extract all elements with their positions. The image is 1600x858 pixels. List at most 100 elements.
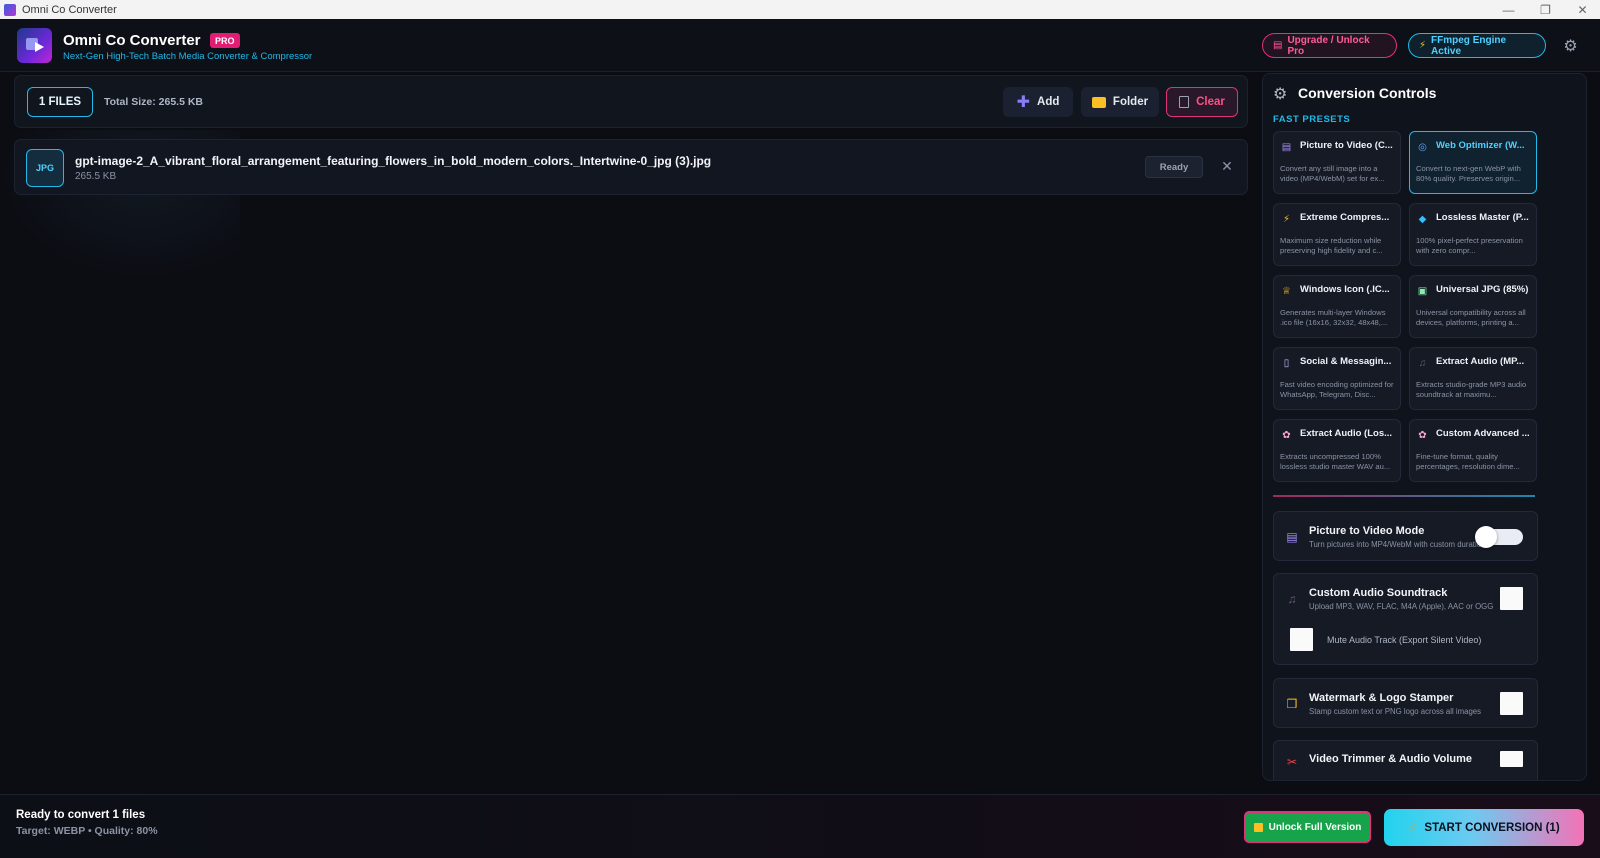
- option-title: Watermark & Logo Stamper: [1309, 692, 1454, 704]
- section-divider: [1273, 495, 1535, 497]
- folder-label: Folder: [1112, 96, 1149, 108]
- option-title: Video Trimmer & Audio Volume: [1309, 753, 1472, 765]
- status-footer: Ready to convert 1 files Target: WEBP • …: [0, 794, 1600, 858]
- watermark-card: ❒ Watermark & Logo Stamper Stamp custom …: [1273, 678, 1538, 728]
- scissors-icon: ✂: [1286, 755, 1298, 769]
- preset-extract-audio-mp3[interactable]: ♫ Extract Audio (MP... Extracts studio-g…: [1409, 347, 1537, 410]
- music-note-icon: ♫: [1418, 358, 1427, 369]
- clear-files-button[interactable]: Clear: [1166, 87, 1238, 117]
- lightning-icon: ⚡: [1408, 822, 1417, 835]
- app-title: Omni Co Converter: [63, 32, 201, 49]
- maximize-icon[interactable]: ❐: [1527, 0, 1564, 19]
- ffmpeg-label: FFmpeg Engine Active: [1431, 34, 1507, 57]
- controls-title: Conversion Controls: [1298, 85, 1437, 101]
- app-logo: [17, 28, 52, 63]
- app-mini-icon: [4, 3, 16, 16]
- preset-desc: Convert any still image into a video (MP…: [1280, 164, 1385, 183]
- music-note-icon: ♫: [1287, 592, 1297, 606]
- preset-custom-advanced[interactable]: ✿ Custom Advanced ... Fine-tune format, …: [1409, 419, 1537, 482]
- window-controls: — ❐ ✕: [1490, 0, 1600, 19]
- crown-icon: ♕: [1282, 286, 1291, 297]
- preset-web-optimizer[interactable]: ◎ Web Optimizer (W... Convert to next-ge…: [1409, 131, 1537, 194]
- upgrade-button[interactable]: ▤ Upgrade / Unlock Pro: [1262, 33, 1397, 58]
- preset-title: Picture to Video (C...: [1300, 140, 1393, 151]
- preset-desc: Convert to next-gen WebP with 80% qualit…: [1416, 164, 1521, 183]
- preset-social-messaging[interactable]: ▯ Social & Messagin... Fast video encodi…: [1273, 347, 1401, 410]
- file-list-item[interactable]: JPG gpt-image-2_A_vibrant_floral_arrange…: [14, 139, 1248, 195]
- add-label: Add: [1037, 96, 1060, 108]
- preset-desc: Extracts uncompressed 100% lossless stud…: [1280, 452, 1391, 471]
- close-icon[interactable]: ✕: [1564, 0, 1600, 19]
- gear-icon: ⚙: [1273, 86, 1288, 103]
- preset-windows-icon[interactable]: ♕ Windows Icon (.IC... Generates multi-l…: [1273, 275, 1401, 338]
- upgrade-label: Upgrade / Unlock Pro: [1287, 34, 1370, 57]
- preset-picture-to-video[interactable]: ▤ Picture to Video (C... Convert any sti…: [1273, 131, 1401, 194]
- preset-title: Custom Advanced ...: [1436, 428, 1530, 439]
- picture-to-video-toggle[interactable]: [1475, 526, 1523, 548]
- start-label: START CONVERSION (1): [1424, 821, 1560, 834]
- preset-desc: Universal compatibility across all devic…: [1416, 308, 1526, 327]
- jpg-file-icon: JPG: [26, 149, 64, 187]
- preset-title: Extract Audio (Los...: [1300, 428, 1393, 439]
- lightning-icon: ⚡: [1282, 214, 1291, 225]
- window-title: Omni Co Converter: [22, 3, 117, 16]
- picture-icon: ▣: [1417, 286, 1428, 297]
- picture-to-video-mode-card: ▤ Picture to Video Mode Turn pictures in…: [1273, 511, 1538, 561]
- mute-audio-label: Mute Audio Track (Export Silent Video): [1327, 635, 1482, 645]
- conversion-status: Ready to convert 1 files: [16, 809, 146, 821]
- preset-desc: 100% pixel-perfect preservation with zer…: [1416, 236, 1523, 255]
- preset-title: Web Optimizer (W...: [1436, 140, 1525, 151]
- add-files-button[interactable]: ✚ Add: [1003, 87, 1073, 117]
- ffmpeg-status-button[interactable]: ⚡ FFmpeg Engine Active: [1408, 33, 1546, 58]
- preset-lossless-master[interactable]: ◆ Lossless Master (P... 100% pixel-perfe…: [1409, 203, 1537, 266]
- preset-desc: Fine-tune format, quality percentages, r…: [1416, 452, 1520, 471]
- lock-icon: [1253, 822, 1263, 832]
- conversion-controls-panel: ⚙ Conversion Controls FAST PRESETS ▤ Pic…: [1262, 73, 1587, 781]
- trash-icon: [1179, 96, 1190, 108]
- file-size: 265.5 KB: [75, 171, 117, 182]
- app-subtitle: Next-Gen High-Tech Batch Media Converter…: [63, 51, 313, 62]
- conversion-target: Target: WEBP • Quality: 80%: [16, 825, 158, 837]
- custom-audio-checkbox[interactable]: [1500, 587, 1523, 610]
- plus-icon: ✚: [1016, 94, 1031, 111]
- option-subtitle: Upload MP3, WAV, FLAC, M4A (Apple), AAC …: [1309, 602, 1494, 611]
- files-count-badge: 1 FILES: [27, 87, 93, 117]
- file-name: gpt-image-2_A_vibrant_floral_arrangement…: [75, 154, 712, 168]
- option-title: Picture to Video Mode: [1309, 525, 1425, 537]
- preset-title: Extract Audio (MP...: [1436, 356, 1525, 367]
- unlock-label: Unlock Full Version: [1268, 821, 1362, 833]
- preset-title: Windows Icon (.IC...: [1300, 284, 1390, 295]
- remove-file-close-icon[interactable]: ✕: [1218, 157, 1236, 175]
- add-folder-button[interactable]: Folder: [1081, 87, 1159, 117]
- video-trimmer-checkbox[interactable]: [1500, 751, 1523, 767]
- pro-badge: PRO: [210, 33, 240, 48]
- preset-desc: Maximum size reduction while preserving …: [1280, 236, 1383, 255]
- clear-label: Clear: [1196, 96, 1225, 108]
- minimize-icon[interactable]: —: [1490, 0, 1527, 19]
- option-subtitle: Stamp custom text or PNG logo across all…: [1309, 707, 1482, 716]
- globe-icon: ◎: [1418, 142, 1427, 153]
- preset-title: Social & Messagin...: [1300, 356, 1392, 367]
- preset-universal-jpg[interactable]: ▣ Universal JPG (85%) Universal compatib…: [1409, 275, 1537, 338]
- phone-icon: ▯: [1283, 358, 1290, 369]
- preset-title: Universal JPG (85%): [1436, 284, 1529, 295]
- settings-gear-icon[interactable]: ⚙: [1558, 33, 1583, 58]
- palette-icon: ✿: [1418, 430, 1427, 441]
- preset-title: Lossless Master (P...: [1436, 212, 1529, 223]
- preset-extract-audio-lossless[interactable]: ✿ Extract Audio (Los... Extracts uncompr…: [1273, 419, 1401, 482]
- total-size-label: Total Size: 265.5 KB: [104, 96, 204, 108]
- start-conversion-button[interactable]: ⚡ START CONVERSION (1): [1384, 809, 1584, 846]
- video-trimmer-card: ✂ Video Trimmer & Audio Volume: [1273, 740, 1538, 780]
- preset-desc: Fast video encoding optimized for WhatsA…: [1280, 380, 1394, 399]
- app-header: Omni Co Converter PRO Next-Gen High-Tech…: [0, 19, 1600, 72]
- preset-extreme-compression[interactable]: ⚡ Extreme Compres... Maximum size reduct…: [1273, 203, 1401, 266]
- lightning-icon: ⚡: [1419, 40, 1427, 51]
- palette-icon: ✿: [1282, 430, 1291, 441]
- mute-audio-checkbox[interactable]: [1290, 628, 1313, 651]
- file-toolbar: 1 FILES Total Size: 265.5 KB ✚ Add Folde…: [14, 75, 1248, 128]
- diamond-icon: ◆: [1418, 214, 1427, 225]
- toggle-knob: [1475, 526, 1497, 548]
- tag-icon: ❒: [1286, 697, 1298, 711]
- watermark-checkbox[interactable]: [1500, 692, 1523, 715]
- unlock-full-version-button[interactable]: Unlock Full Version: [1244, 811, 1371, 843]
